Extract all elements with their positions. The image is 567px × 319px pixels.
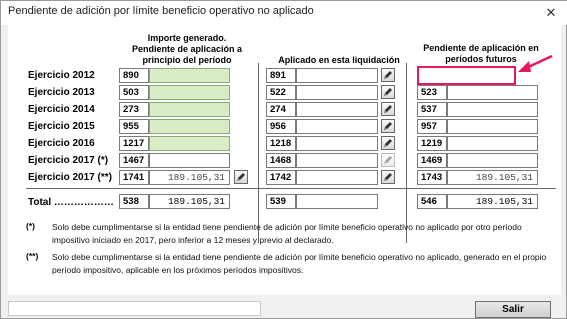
note-2-text: Solo debe cumplimentarse si la entidad t… bbox=[52, 252, 547, 275]
column-separator-2 bbox=[406, 63, 407, 243]
total-value-2 bbox=[296, 194, 378, 209]
header-importe-generado: Importe generado. Pendiente de aplicació… bbox=[131, 33, 243, 65]
row-value-3[interactable] bbox=[447, 136, 538, 151]
row-label: Ejercicio 2017 (**) bbox=[28, 172, 112, 183]
row-code-1: 273 bbox=[119, 102, 149, 117]
row-value-3[interactable] bbox=[447, 102, 538, 117]
row-code-2: 1218 bbox=[266, 136, 296, 151]
row-code-3: 1469 bbox=[417, 153, 447, 168]
total-label: Total ……………… bbox=[28, 197, 114, 208]
edit-pencil-icon[interactable] bbox=[381, 119, 395, 133]
total-code-1: 538 bbox=[119, 194, 149, 209]
row-value-1[interactable]: 189.105,31 bbox=[149, 170, 230, 185]
row-value-2[interactable] bbox=[296, 119, 378, 134]
total-code-2: 539 bbox=[266, 194, 296, 209]
content-panel: Importe generado. Pendiente de aplicació… bbox=[8, 25, 561, 295]
total-value-1: 189.105,31 bbox=[149, 194, 230, 209]
row-label: Ejercicio 2013 bbox=[28, 87, 95, 98]
row-value-1[interactable] bbox=[149, 102, 230, 117]
row-value-1[interactable] bbox=[149, 85, 230, 100]
row-code-1: 890 bbox=[119, 68, 149, 83]
edit-pencil-icon[interactable] bbox=[381, 102, 395, 116]
header-aplicado: Aplicado en esta liquidación bbox=[278, 55, 400, 65]
row-label: Ejercicio 2014 bbox=[28, 104, 95, 115]
row-code-3: 1743 bbox=[417, 170, 447, 185]
title-bar: Pendiente de adición por límite benefici… bbox=[1, 1, 567, 25]
row-value-2[interactable] bbox=[296, 68, 378, 83]
row-value-2[interactable] bbox=[296, 153, 378, 168]
row-code-1: 955 bbox=[119, 119, 149, 134]
row-code-2: 1742 bbox=[266, 170, 296, 185]
column-separator-1 bbox=[258, 63, 259, 243]
row-code-1: 1467 bbox=[119, 153, 149, 168]
total-value-3: 189.105,31 bbox=[447, 194, 538, 209]
row-value-2[interactable] bbox=[296, 102, 378, 117]
edit-pencil-icon[interactable] bbox=[381, 68, 395, 82]
row-code-2: 891 bbox=[266, 68, 296, 83]
row-value-3[interactable] bbox=[447, 119, 538, 134]
annotation-arrow-icon bbox=[518, 54, 553, 72]
status-field[interactable] bbox=[8, 301, 261, 316]
close-icon[interactable]: ✕ bbox=[542, 4, 560, 22]
row-value-3[interactable] bbox=[447, 153, 538, 168]
edit-pencil-icon[interactable] bbox=[381, 170, 395, 184]
row-code-1: 503 bbox=[119, 85, 149, 100]
edit-pencil-icon[interactable] bbox=[234, 170, 248, 184]
row-code-3: 537 bbox=[417, 102, 447, 117]
exit-button[interactable]: Salir bbox=[475, 301, 551, 318]
row-value-1[interactable] bbox=[149, 119, 230, 134]
row-value-1[interactable] bbox=[149, 68, 230, 83]
row-value-2[interactable] bbox=[296, 136, 378, 151]
row-label: Ejercicio 2015 bbox=[28, 121, 95, 132]
note-1-mark: (*) bbox=[26, 221, 35, 231]
total-code-3: 546 bbox=[417, 194, 447, 209]
dialog-window: Pendiente de adición por límite benefici… bbox=[0, 0, 567, 319]
row-label: Ejercicio 2012 bbox=[28, 70, 95, 81]
window-title: Pendiente de adición por límite benefici… bbox=[8, 5, 314, 17]
row-value-1[interactable] bbox=[149, 136, 230, 151]
edit-pencil-icon[interactable] bbox=[381, 136, 395, 150]
row-code-3: 523 bbox=[417, 85, 447, 100]
row-code-2: 522 bbox=[266, 85, 296, 100]
row-code-2: 956 bbox=[266, 119, 296, 134]
row-label: Ejercicio 2017 (*) bbox=[28, 155, 109, 166]
row-value-3[interactable]: 189.105,31 bbox=[447, 170, 538, 185]
row-value-3-highlighted[interactable] bbox=[417, 66, 516, 85]
row-code-1: 1217 bbox=[119, 136, 149, 151]
row-code-1: 1741 bbox=[119, 170, 149, 185]
row-code-2: 1468 bbox=[266, 153, 296, 168]
total-separator bbox=[26, 188, 556, 189]
edit-pencil-icon[interactable] bbox=[381, 85, 395, 99]
note-1-text: Solo debe cumplimentarse si la entidad t… bbox=[52, 222, 522, 245]
edit-pencil-icon[interactable] bbox=[381, 153, 395, 167]
row-code-3: 957 bbox=[417, 119, 447, 134]
row-code-3: 1219 bbox=[417, 136, 447, 151]
row-label: Ejercicio 2016 bbox=[28, 138, 95, 149]
row-value-2[interactable] bbox=[296, 170, 378, 185]
note-2-mark: (**) bbox=[26, 251, 39, 261]
row-code-2: 274 bbox=[266, 102, 296, 117]
row-value-1[interactable] bbox=[149, 153, 230, 168]
row-value-3[interactable] bbox=[447, 85, 538, 100]
row-value-2[interactable] bbox=[296, 85, 378, 100]
